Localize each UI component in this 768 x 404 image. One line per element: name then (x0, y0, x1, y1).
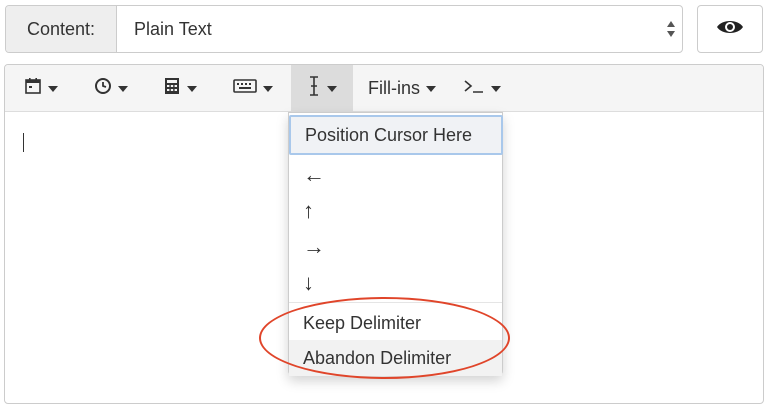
preview-button[interactable] (697, 5, 763, 53)
content-type-group: Content: Plain Text (5, 5, 683, 53)
date-dropdown-button[interactable] (5, 65, 77, 112)
text-caret (23, 133, 24, 152)
cursor-dropdown-button[interactable] (291, 65, 353, 112)
terminal-dropdown-button[interactable] (451, 65, 513, 112)
chevron-down-icon (426, 85, 436, 92)
fillins-dropdown-button[interactable]: Fill-ins (353, 65, 451, 112)
time-dropdown-button[interactable] (77, 65, 145, 112)
chevron-down-icon (327, 85, 337, 92)
calendar-icon (24, 77, 42, 100)
editor-toolbar: Fill-ins (5, 65, 763, 112)
menu-item-right-arrow[interactable]: → (289, 229, 502, 265)
keyboard-icon (233, 79, 257, 98)
chevron-down-icon (491, 85, 501, 92)
eye-icon (716, 18, 744, 41)
clock-icon (94, 77, 112, 100)
menu-item-position-cursor[interactable]: Position Cursor Here (289, 115, 503, 155)
fillins-label: Fill-ins (368, 78, 420, 98)
chevron-down-icon (187, 85, 197, 92)
content-type-select[interactable]: Plain Text (117, 6, 682, 52)
text-cursor-icon (307, 75, 321, 102)
menu-item-up-arrow[interactable]: ↑ (289, 193, 502, 229)
select-arrows-icon (666, 20, 676, 38)
chevron-down-icon (263, 85, 273, 92)
calculator-icon (163, 77, 181, 100)
chevron-down-icon (118, 85, 128, 92)
content-label: Content: (6, 6, 117, 52)
terminal-icon (463, 78, 485, 99)
chevron-down-icon (48, 85, 58, 92)
calculator-dropdown-button[interactable] (145, 65, 215, 112)
menu-item-down-arrow[interactable]: ↓ (289, 265, 502, 301)
highlight-annotation (259, 297, 510, 379)
menu-item-left-arrow[interactable]: ← (289, 157, 502, 193)
keyboard-dropdown-button[interactable] (215, 65, 291, 112)
content-type-value: Plain Text (134, 18, 212, 39)
